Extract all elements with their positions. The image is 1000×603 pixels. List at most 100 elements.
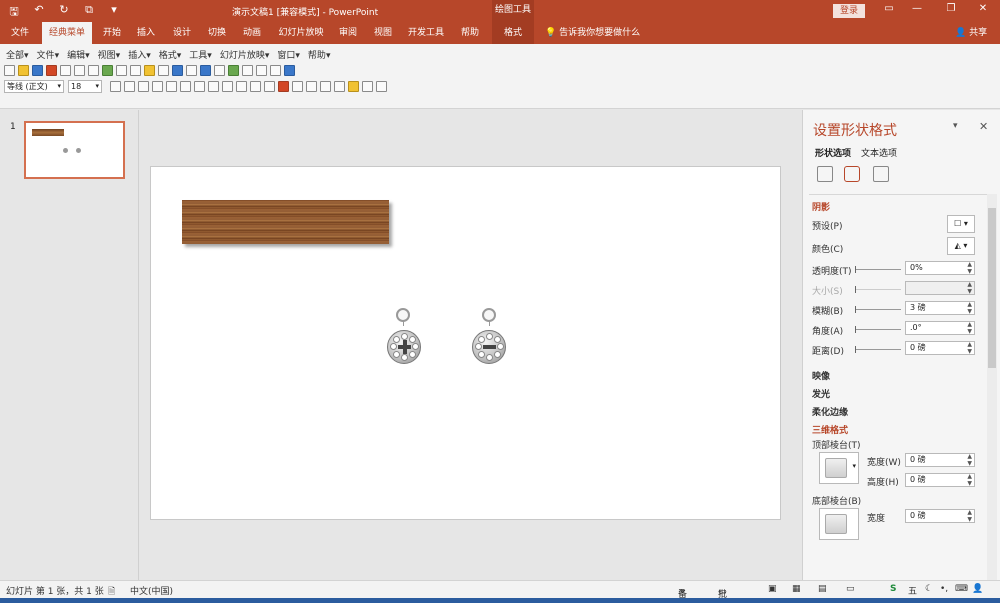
customize-qat-icon[interactable]: ▾ <box>106 3 122 22</box>
preview-icon[interactable] <box>88 65 99 76</box>
menu-help[interactable]: 帮助▾ <box>308 48 331 61</box>
menu-all[interactable]: 全部▾ <box>6 48 29 61</box>
wood-plank-shape[interactable] <box>182 200 389 244</box>
tell-me-search[interactable]: 💡 告诉我你想要做什么 <box>545 22 640 44</box>
tab-help[interactable]: 帮助 <box>456 22 484 44</box>
format-painter-icon[interactable] <box>158 65 169 76</box>
angle-spinner[interactable]: .0° ▲ ▼ <box>905 321 975 335</box>
top-bevel-height-spinner[interactable]: 0 磅 ▲ ▼ <box>905 473 975 487</box>
save-toolbar-icon[interactable] <box>32 65 43 76</box>
plus-knob-shape[interactable] <box>387 330 421 364</box>
italic-icon[interactable] <box>124 81 135 92</box>
grow-font-icon[interactable] <box>292 81 303 92</box>
menu-view[interactable]: 视图▾ <box>98 48 121 61</box>
bottom-bevel-width-spinner[interactable]: 0 磅 ▲ ▼ <box>905 509 975 523</box>
open-icon[interactable] <box>18 65 29 76</box>
distance-slider[interactable] <box>855 346 901 353</box>
angle-slider[interactable] <box>855 326 901 333</box>
user-icon[interactable]: 👤 <box>972 584 983 594</box>
blur-spinner[interactable]: 3 磅 ▲ ▼ <box>905 301 975 315</box>
tab-slideshow[interactable]: 幻灯片放映 <box>276 22 326 44</box>
rotate-handle-icon[interactable] <box>482 308 496 322</box>
font-color-icon[interactable] <box>278 81 289 92</box>
underline-icon[interactable] <box>138 81 149 92</box>
start-from-beginning-icon[interactable]: ⧉ <box>81 3 97 22</box>
slideshow-icon[interactable]: ▭ <box>846 584 855 594</box>
strikethrough-icon[interactable] <box>152 81 163 92</box>
scrollbar-thumb[interactable] <box>988 208 996 368</box>
shape-outline-icon[interactable] <box>362 81 373 92</box>
login-button[interactable]: 登录 <box>833 4 865 18</box>
tab-classic-menu[interactable]: 经典菜单 <box>42 22 92 44</box>
section-glow[interactable]: 发光 <box>812 387 830 400</box>
tab-transitions[interactable]: 切换 <box>203 22 231 44</box>
undo-toolbar-icon[interactable] <box>172 65 183 76</box>
menu-edit[interactable]: 编辑▾ <box>67 48 90 61</box>
menu-window[interactable]: 窗口▾ <box>277 48 300 61</box>
new-icon[interactable] <box>4 65 15 76</box>
shape-effects-icon[interactable] <box>376 81 387 92</box>
shape-fill-icon[interactable] <box>348 81 359 92</box>
size-properties-icon[interactable] <box>873 166 889 182</box>
tab-animations[interactable]: 动画 <box>238 22 266 44</box>
tab-developer[interactable]: 开发工具 <box>406 22 446 44</box>
slide-thumbnail[interactable] <box>24 121 125 179</box>
arrange-icon[interactable] <box>320 81 331 92</box>
minus-knob-shape[interactable] <box>472 330 506 364</box>
save-icon[interactable]: 🖫 <box>6 3 22 22</box>
copy-icon[interactable] <box>130 65 141 76</box>
pane-close-icon[interactable]: ✕ <box>979 120 988 133</box>
tab-insert[interactable]: 插入 <box>132 22 160 44</box>
top-bevel-picker[interactable]: ▾ <box>819 452 859 484</box>
section-reflection[interactable]: 映像 <box>812 369 830 382</box>
restore-icon[interactable]: ❐ <box>940 3 962 14</box>
tab-home[interactable]: 开始 <box>98 22 126 44</box>
ime-mode[interactable]: 五 <box>908 584 917 597</box>
language-status[interactable]: 中文(中国) <box>130 584 173 597</box>
ribbon-display-options-icon[interactable]: ▭ <box>878 3 900 14</box>
shape-styles-icon[interactable] <box>334 81 345 92</box>
menu-tools[interactable]: 工具▾ <box>189 48 212 61</box>
justify-icon[interactable] <box>222 81 233 92</box>
textbox-icon[interactable] <box>256 65 267 76</box>
bullets-icon[interactable] <box>250 81 261 92</box>
effects-pentagon-icon[interactable] <box>844 166 860 182</box>
slide-sorter-icon[interactable]: ▦ <box>792 584 801 594</box>
tab-format[interactable]: 格式 <box>492 22 534 44</box>
section-3d-format[interactable]: 三维格式 <box>812 423 848 436</box>
section-soft-edges[interactable]: 柔化边缘 <box>812 405 848 418</box>
keyboard-icon[interactable]: ⌨ <box>955 584 968 594</box>
align-right-icon[interactable] <box>208 81 219 92</box>
tab-text-options[interactable]: 文本选项 <box>861 146 897 159</box>
shrink-font-icon[interactable] <box>306 81 317 92</box>
blur-slider[interactable] <box>855 306 901 313</box>
table-icon[interactable] <box>214 65 225 76</box>
tab-shape-options[interactable]: 形状选项 <box>815 146 851 159</box>
picture-icon[interactable] <box>228 65 239 76</box>
line-spacing-icon[interactable] <box>236 81 247 92</box>
distance-spinner[interactable]: 0 磅 ▲ ▼ <box>905 341 975 355</box>
chart-icon[interactable] <box>200 65 211 76</box>
menu-insert[interactable]: 插入▾ <box>128 48 151 61</box>
minimize-icon[interactable]: — <box>906 3 928 14</box>
paste-icon[interactable] <box>144 65 155 76</box>
numbering-icon[interactable] <box>264 81 275 92</box>
transparency-slider[interactable] <box>855 266 901 273</box>
font-name-combo[interactable]: 等线 (正文) ▾ <box>4 80 64 93</box>
bold-icon[interactable] <box>110 81 121 92</box>
tab-file[interactable]: 文件 <box>6 22 34 44</box>
slide-canvas[interactable] <box>150 166 781 520</box>
top-bevel-width-spinner[interactable]: 0 磅 ▲ ▼ <box>905 453 975 467</box>
menu-file[interactable]: 文件▾ <box>37 48 60 61</box>
align-left-icon[interactable] <box>180 81 191 92</box>
menu-format[interactable]: 格式▾ <box>159 48 182 61</box>
tab-review[interactable]: 审阅 <box>334 22 362 44</box>
pane-options-icon[interactable]: ▾ <box>953 121 958 131</box>
help-icon[interactable] <box>284 65 295 76</box>
close-icon[interactable]: ✕ <box>972 3 994 14</box>
shadow-preset-dropdown[interactable]: ☐ ▾ <box>947 215 975 233</box>
moon-icon[interactable]: ☾ <box>925 584 933 594</box>
font-size-combo[interactable]: 18 ▾ <box>68 80 102 93</box>
align-center-icon[interactable] <box>194 81 205 92</box>
redo-toolbar-icon[interactable] <box>186 65 197 76</box>
